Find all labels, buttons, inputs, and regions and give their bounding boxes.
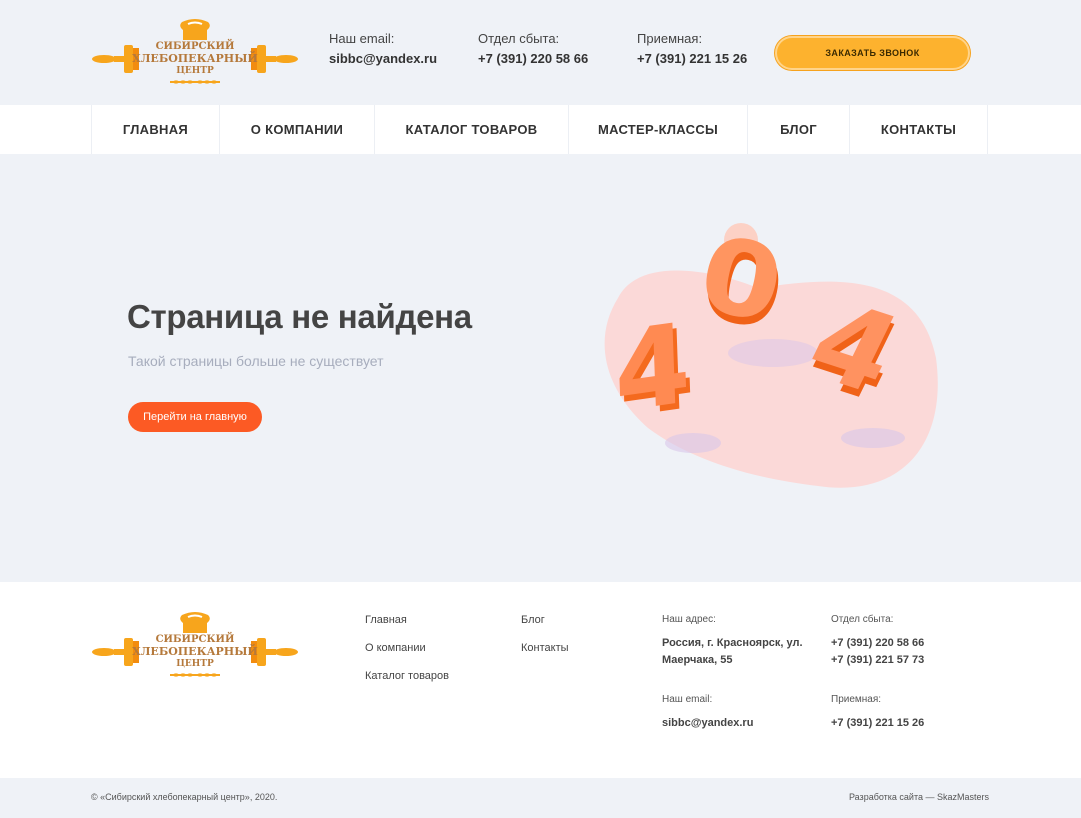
digit-4-left: 4	[612, 298, 693, 438]
nav-list: ГЛАВНАЯ О КОМПАНИИ КАТАЛОГ ТОВАРОВ МАСТЕ…	[91, 105, 988, 154]
email-label: Наш email:	[329, 31, 395, 46]
footer-sales-phone2[interactable]: +7 (391) 221 57 73	[831, 652, 924, 669]
brand-line2: ХЛЕБОПЕКАРНЫЙ	[132, 645, 258, 658]
digit-0: 0	[689, 212, 793, 348]
header-email: Наш email: sibbc@yandex.ru	[329, 31, 437, 68]
footer-email-label: Наш email:	[662, 694, 713, 705]
sales-phone[interactable]: +7 (391) 220 58 66	[478, 50, 588, 68]
error-code: 4 0 4	[598, 212, 943, 493]
footer-reception-label: Приемная:	[831, 694, 882, 705]
digit-4-right: 4	[789, 278, 920, 418]
footer-sales-label: Отдел сбыта:	[831, 614, 894, 625]
developer-credit[interactable]: Разработка сайта — SkazMasters	[849, 792, 989, 802]
nav-item-home[interactable]: ГЛАВНАЯ	[92, 105, 220, 154]
footer-link-home[interactable]: Главная	[365, 614, 407, 626]
footer-link-blog[interactable]: Блог	[521, 614, 545, 626]
footer-address-label: Наш адрес:	[662, 614, 716, 625]
nav-item-contacts[interactable]: КОНТАКТЫ	[850, 105, 988, 154]
brand-wordmark: СИБИРСКИЙ ХЛЕБОПЕКАРНЫЙ ЦЕНТР	[90, 634, 300, 670]
footer-link-contacts[interactable]: Контакты	[521, 642, 569, 654]
sales-label: Отдел сбыта:	[478, 31, 560, 46]
copyright: © «Сибирский хлебопекарный центр», 2020.	[91, 792, 278, 802]
footer-address-line2: Маерчака, 55	[662, 654, 733, 666]
go-home-button[interactable]: Перейти на главную	[128, 402, 262, 432]
page-title: Страница не найдена	[127, 298, 472, 335]
reception-label: Приемная:	[637, 31, 703, 46]
footer-logo[interactable]: СИБИРСКИЙ ХЛЕБОПЕКАРНЫЙ ЦЕНТР	[90, 609, 300, 681]
header-reception: Приемная: +7 (391) 221 15 26	[637, 31, 747, 68]
order-call-button[interactable]: Заказать звонок	[775, 36, 970, 70]
footer-address-line1: Россия, г. Красноярск, ул.	[662, 637, 803, 649]
main-nav: ГЛАВНАЯ О КОМПАНИИ КАТАЛОГ ТОВАРОВ МАСТЕ…	[0, 105, 1081, 154]
footer-sales-phone1[interactable]: +7 (391) 220 58 66	[831, 635, 924, 652]
brand-line3: ЦЕНТР	[176, 66, 214, 76]
reception-phone[interactable]: +7 (391) 221 15 26	[637, 50, 747, 68]
footer-email-value[interactable]: sibbc@yandex.ru	[662, 715, 753, 732]
page-subtitle: Такой страницы больше не существует	[128, 353, 384, 369]
nav-item-blog[interactable]: БЛОГ	[748, 105, 850, 154]
email-value[interactable]: sibbc@yandex.ru	[329, 50, 437, 68]
nav-item-catalog[interactable]: КАТАЛОГ ТОВАРОВ	[375, 105, 569, 154]
site-header: СИБИРСКИЙ ХЛЕБОПЕКАРНЫЙ ЦЕНТР Наш email:…	[0, 0, 1081, 105]
brand-logo[interactable]: СИБИРСКИЙ ХЛЕБОПЕКАРНЫЙ ЦЕНТР	[90, 16, 300, 88]
brand-line3: ЦЕНТР	[176, 659, 214, 669]
footer-link-catalog[interactable]: Каталог товаров	[365, 670, 449, 682]
nav-item-about[interactable]: О КОМПАНИИ	[220, 105, 375, 154]
nav-item-masterclasses[interactable]: МАСТЕР-КЛАССЫ	[569, 105, 748, 154]
header-sales: Отдел сбыта: +7 (391) 220 58 66	[478, 31, 588, 68]
error-404-illustration: 4 0 4	[598, 212, 943, 493]
footer-reception-phone[interactable]: +7 (391) 221 15 26	[831, 715, 924, 732]
brand-line2: ХЛЕБОПЕКАРНЫЙ	[132, 52, 258, 65]
footer-link-about[interactable]: О компании	[365, 642, 426, 654]
brand-wordmark: СИБИРСКИЙ ХЛЕБОПЕКАРНЫЙ ЦЕНТР	[90, 41, 300, 77]
